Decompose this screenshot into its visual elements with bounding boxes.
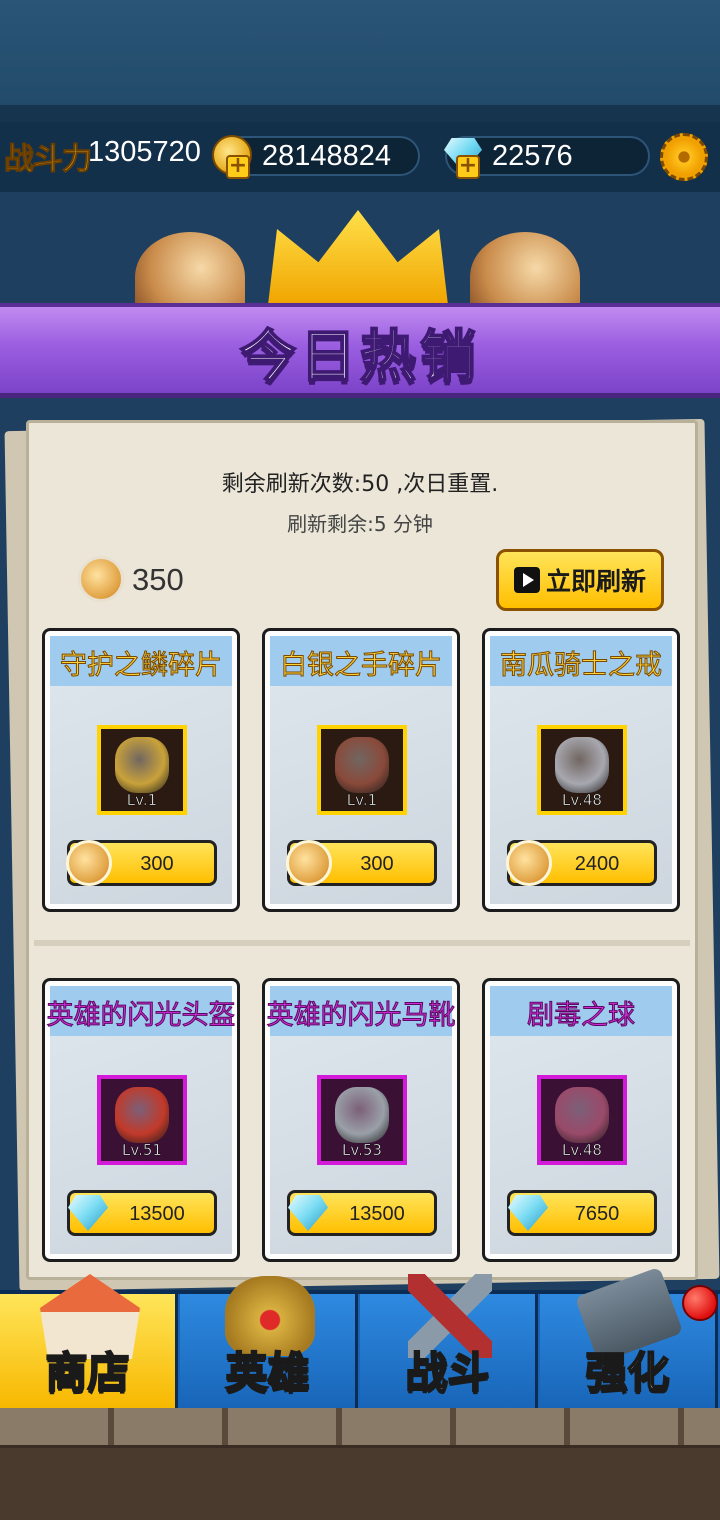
item-price: 13500	[129, 1203, 185, 1225]
nav-tab-label: 强化	[584, 1347, 670, 1398]
shop-item-card[interactable]: 剧毒之球 Lv.48 7650	[482, 978, 680, 1262]
item-name: 白银之手碎片	[280, 650, 443, 682]
combat-power-label: 战斗力	[4, 142, 93, 178]
item-price: 300	[140, 853, 174, 875]
refresh-count-text: 剩余刷新次数:50 ,次日重置.	[221, 472, 499, 497]
item-price: 300	[360, 853, 394, 875]
buy-button[interactable]: 7650	[507, 1190, 657, 1236]
item-price: 2400	[574, 853, 620, 875]
banner-decoration	[0, 192, 720, 322]
item-name: 剧毒之球	[527, 1000, 636, 1032]
video-play-icon	[513, 567, 540, 593]
item-level: Lv.1	[126, 791, 158, 810]
equipment-icon	[555, 1087, 609, 1143]
buy-button[interactable]: 300	[286, 840, 437, 886]
item-icon-frame[interactable]: Lv.53	[317, 1075, 407, 1165]
item-price: 13500	[349, 1203, 405, 1225]
item-level: Lv.51	[122, 1141, 162, 1160]
gem-value: 22576	[492, 140, 573, 172]
item-icon-frame[interactable]: Lv.1	[317, 725, 407, 815]
nav-tab-label: 商店	[44, 1347, 130, 1398]
equipment-icon	[115, 1087, 169, 1143]
equipment-icon	[335, 1087, 389, 1143]
equipment-icon	[115, 737, 169, 793]
item-level: Lv.53	[342, 1141, 382, 1160]
shop-coin-balance: 350	[132, 562, 184, 597]
item-name: 英雄的闪光头盔	[46, 1000, 236, 1032]
gold-value: 28148824	[262, 140, 392, 172]
nav-tab-label: 战斗	[404, 1347, 490, 1398]
item-name: 英雄的闪光马靴	[266, 1000, 456, 1032]
shelf-divider	[34, 940, 690, 946]
combat-power-value: 1305720	[88, 136, 201, 168]
buy-button[interactable]: 13500	[67, 1190, 217, 1236]
banner-title: 今日热销	[239, 324, 480, 391]
buy-button[interactable]: 13500	[287, 1190, 437, 1236]
nav-tab-hero-helmet[interactable]: hero-helmet-icon英雄	[180, 1276, 358, 1408]
item-level: Lv.48	[562, 1141, 602, 1160]
shop-item-card[interactable]: 白银之手碎片 Lv.1 300	[262, 628, 460, 912]
item-icon-frame[interactable]: Lv.48	[537, 1075, 627, 1165]
crown-icon	[268, 210, 448, 305]
item-icon-frame[interactable]: Lv.48	[537, 725, 627, 815]
item-level: Lv.1	[346, 791, 378, 810]
shop-item-card[interactable]: 英雄的闪光马靴 Lv.53 13500	[262, 978, 460, 1262]
equipment-icon	[555, 737, 609, 793]
item-name: 守护之鳞碎片	[60, 650, 223, 682]
refresh-now-label: 立即刷新	[545, 567, 646, 596]
buy-button[interactable]: 2400	[506, 840, 657, 886]
shop-coin-icon	[78, 556, 124, 602]
nav-tab-shop[interactable]: shop-icon商店	[0, 1274, 178, 1408]
item-icon-frame[interactable]: Lv.1	[97, 725, 187, 815]
equipment-icon	[335, 737, 389, 793]
nav-tab-label: 英雄	[224, 1347, 310, 1398]
shop-item-card[interactable]: 南瓜骑士之戒 Lv.48 2400	[482, 628, 680, 912]
nav-tab-crossed-swords[interactable]: crossed-swords-icon战斗	[360, 1274, 538, 1408]
refresh-now-button[interactable]: 立即刷新	[496, 549, 664, 611]
item-price: 7650	[574, 1203, 620, 1225]
add-gold-icon[interactable]: +	[226, 155, 250, 179]
item-level: Lv.48	[562, 791, 602, 810]
item-name: 南瓜骑士之戒	[500, 650, 663, 682]
item-icon-frame[interactable]: Lv.51	[97, 1075, 187, 1165]
notification-dot	[682, 1285, 718, 1321]
buy-button[interactable]: 300	[66, 840, 217, 886]
stone-border	[0, 1408, 720, 1448]
refresh-timer-text: 刷新剩余:5 分钟	[287, 512, 433, 536]
shop-item-card[interactable]: 英雄的闪光头盔 Lv.51 13500	[42, 978, 240, 1262]
shop-item-card[interactable]: 守护之鳞碎片 Lv.1 300	[42, 628, 240, 912]
add-gem-icon[interactable]: +	[456, 155, 480, 179]
settings-gear-icon[interactable]	[660, 133, 708, 181]
